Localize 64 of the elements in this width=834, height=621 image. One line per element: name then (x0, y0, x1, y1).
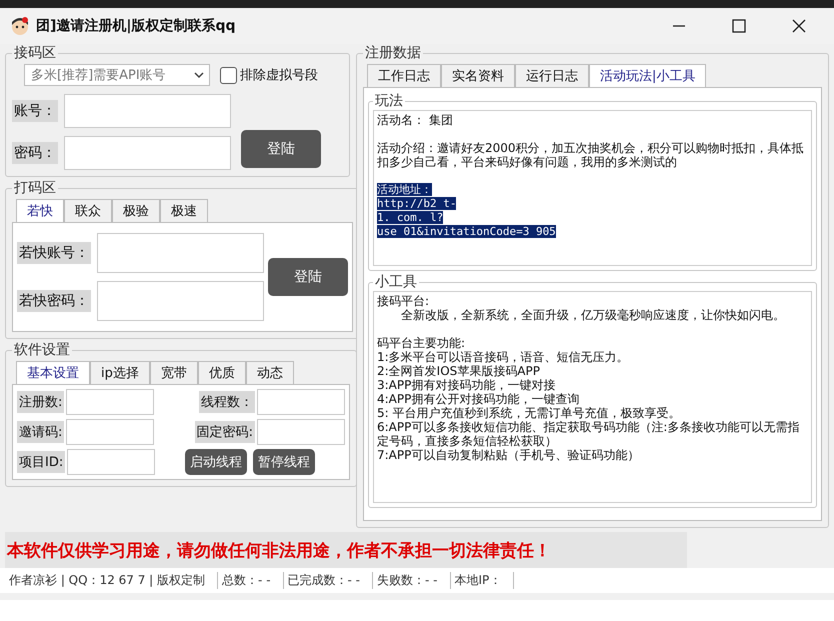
paragraph: 活动介绍：邀请好友2000积分，加五次抽奖机会，积分可以购物时抵扣，具体抵扣多少自己看，平台来码好像有问题，我用的多米测试的 (377, 141, 805, 169)
field-label: 若快账号： (17, 242, 91, 264)
group-title: 玩法 (374, 92, 404, 110)
tab[interactable]: 工作日志 (367, 64, 441, 87)
tab[interactable]: 运行日志 (515, 64, 589, 87)
chevron-down-icon (194, 71, 204, 79)
maximize-icon[interactable] (732, 19, 746, 33)
group-title: 打码区 (13, 179, 57, 197)
paragraph: 活动名： 集团 (377, 113, 454, 127)
field-label: 若快密码： (17, 290, 91, 312)
input-field[interactable] (257, 419, 345, 445)
field-label: 注册数: (17, 391, 64, 413)
group-title: 软件设置 (13, 341, 71, 359)
field-label: 账号： (12, 100, 58, 122)
tab[interactable]: 宽带 (150, 361, 198, 384)
status-item: 失败数：- - (373, 572, 450, 589)
selected-text: 1. com. l? (377, 211, 444, 224)
field-label: 项目ID: (17, 451, 66, 473)
input-field[interactable] (97, 233, 264, 273)
field-label: 固定密码: (194, 421, 255, 443)
input-field[interactable] (66, 419, 154, 445)
tab[interactable]: 基本设置 (16, 361, 90, 384)
thread-button[interactable]: 暂停线程 (253, 449, 315, 475)
input-field[interactable] (97, 281, 264, 321)
input-field[interactable] (67, 449, 156, 475)
disclaimer-text: 本软件仅供学习用途，请勿做任何非法用途，作者不承担一切法律责任！ (7, 540, 551, 562)
tab[interactable]: 极速 (160, 199, 208, 222)
group-title: 注册数据 (364, 44, 422, 62)
field-label: 密码： (12, 142, 58, 164)
selected-text: http://b2 t- (377, 197, 456, 210)
field-label: 邀请码: (17, 421, 64, 443)
tab[interactable]: 若快 (16, 199, 64, 222)
text-area[interactable]: 活动名： 集团 活动介绍：邀请好友2000积分，加五次抽奖机会，积分可以购物时抵扣，具体抵扣多少自己看，平台来码好像有问题，我用的多米测试的 活动地址： http://b2 t- 1. com. l? use 01&invitationCode=3 905 (373, 110, 812, 266)
close-icon[interactable] (792, 19, 806, 33)
tab[interactable]: ip选择 (90, 361, 150, 384)
tab[interactable]: 极验 (112, 199, 160, 222)
status-item: 本地IP： (450, 572, 514, 589)
login-button[interactable]: 登陆 (241, 130, 321, 168)
platform-dropdown[interactable]: 多米[推荐]需要API账号 (24, 64, 210, 86)
selected-text: use 01&invitationCode=3 905 (377, 225, 556, 238)
tab[interactable]: 优质 (198, 361, 246, 384)
status-item: 已完成数：- - (284, 572, 374, 589)
thread-button[interactable]: 启动线程 (185, 449, 247, 475)
cartoon-face-icon (10, 16, 30, 36)
tab[interactable]: 联众 (64, 199, 112, 222)
window-title: 团]邀请注册机|版权定制联系qq (36, 17, 236, 35)
tab[interactable]: 活动玩法|小工具 (589, 64, 706, 87)
input-field[interactable] (64, 136, 231, 170)
group-title: 小工具 (374, 273, 418, 291)
status-item: 作者凉衫 | QQ：12 67 7 | 版权定制 (5, 572, 218, 589)
exclude-checkbox[interactable]: 排除虚拟号段 (220, 66, 318, 84)
tab[interactable]: 实名资料 (441, 64, 515, 87)
text-area[interactable] (373, 291, 812, 503)
input-field[interactable] (64, 94, 231, 128)
field-label: 线程数： (199, 391, 255, 413)
group-title: 接码区 (13, 44, 57, 62)
paragraph: 码平台主要功能: 1:多米平台可以语音接码，语音、短信无压力。 2:全网首发IOS苹果版接码APP 3:APP拥有对接码功能，一键对接 4:APP拥有公开对接码功能，一键查询 5: 平台用户充值秒到系统，无需订单号充值，极致享受。 6:APP可以多条接收短信功能、指定获取号码功能（注:多条接收功能可以无需指定号码，直接多条短信轻松获取） 7:APP可以自动复制粘贴（手机号、验证码功能） (377, 336, 800, 462)
paragraph: 接码平台: 全新改版，全新系统，全面升级，亿万级毫秒响应速度，让你快如闪电。 (377, 294, 786, 322)
status-item: 总数：- - (218, 572, 284, 589)
login-button[interactable]: 登陆 (268, 258, 348, 296)
selected-text: 活动地址： (377, 183, 432, 196)
input-field[interactable] (66, 389, 154, 415)
input-field[interactable] (257, 389, 345, 415)
tab[interactable]: 动态 (246, 361, 294, 384)
